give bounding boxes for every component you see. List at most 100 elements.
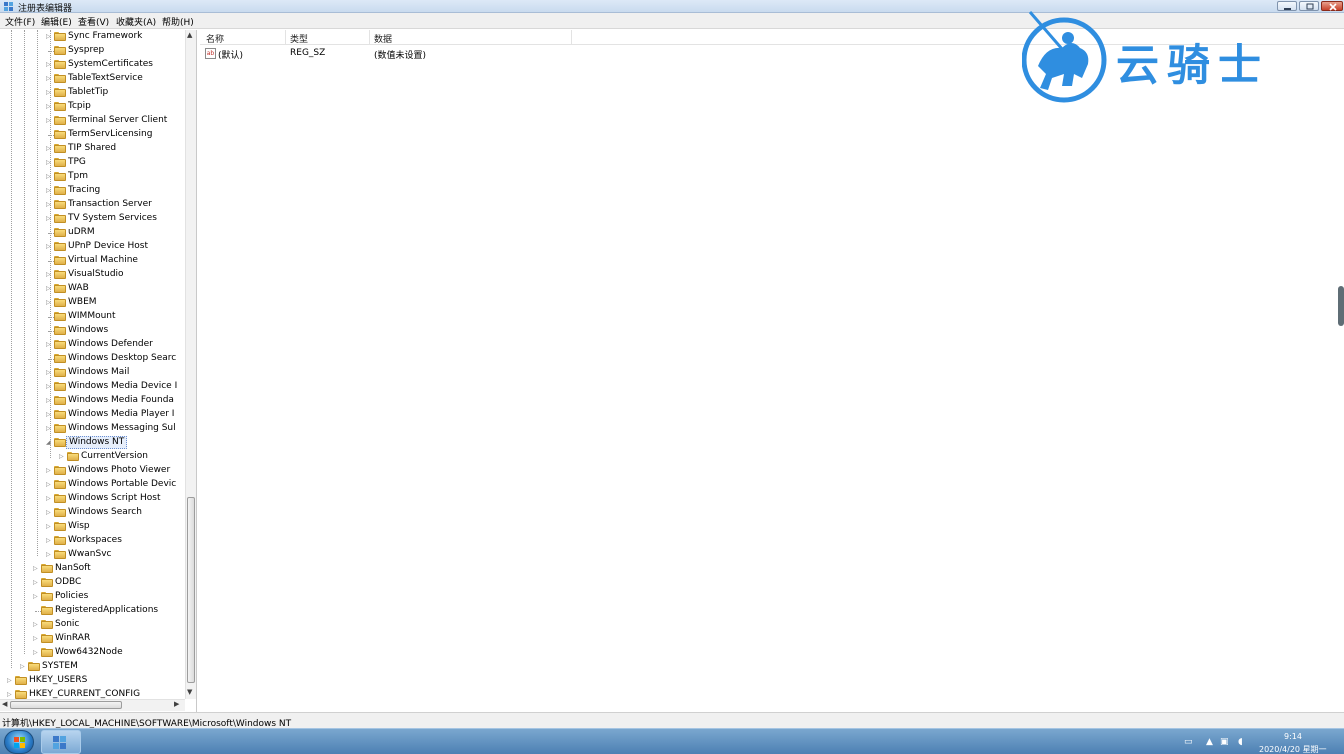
- tree-item[interactable]: ▷ Tpm: [46, 170, 186, 184]
- expand-arrow-icon[interactable]: ▷: [46, 341, 52, 349]
- scroll-down-arrow-icon[interactable]: ▼: [187, 688, 192, 696]
- tree-item[interactable]: ▷ NanSoft: [33, 562, 186, 576]
- tree-item[interactable]: ▷ SystemCertificates: [46, 58, 186, 72]
- expand-arrow-icon[interactable]: ▷: [33, 621, 39, 629]
- values-list[interactable]: 名称 类型 数据 ab (默认) REG_SZ (数值未设置): [200, 30, 1344, 712]
- expand-arrow-icon[interactable]: ▷: [46, 481, 52, 489]
- tree-item[interactable]: ▷ Sonic: [33, 618, 186, 632]
- expand-arrow-icon[interactable]: ▷: [46, 75, 52, 83]
- tree-item[interactable]: ▷ TPG: [46, 156, 186, 170]
- expand-arrow-icon[interactable]: ▷: [46, 467, 52, 475]
- column-header-type[interactable]: 类型: [290, 32, 308, 45]
- tree-item[interactable]: ▷ Windows Script Host: [46, 492, 186, 506]
- tree-item[interactable]: ▷ UPnP Device Host: [46, 240, 186, 254]
- tree-item[interactable]: Windows: [46, 324, 186, 338]
- expand-arrow-icon[interactable]: ▷: [46, 243, 52, 251]
- column-header-data[interactable]: 数据: [374, 32, 392, 45]
- scroll-right-arrow-icon[interactable]: ▶: [174, 700, 179, 708]
- expand-arrow-icon[interactable]: ▷: [46, 117, 52, 125]
- tree-vertical-scrollbar[interactable]: ▲ ▼: [185, 30, 196, 699]
- tree-item[interactable]: ▷ Windows Portable Devic: [46, 478, 186, 492]
- expand-arrow-icon[interactable]: ▷: [46, 173, 52, 181]
- expand-arrow-icon[interactable]: ▷: [33, 593, 39, 601]
- expand-arrow-icon[interactable]: ▷: [33, 565, 39, 573]
- expand-arrow-icon[interactable]: ▷: [46, 537, 52, 545]
- column-separator[interactable]: [369, 30, 370, 45]
- expand-arrow-icon[interactable]: ▷: [46, 33, 52, 41]
- column-header-name[interactable]: 名称: [206, 32, 224, 45]
- show-hidden-icons-arrow-icon[interactable]: ▲: [1206, 737, 1213, 747]
- expand-arrow-icon[interactable]: ▷: [46, 61, 52, 69]
- close-button[interactable]: [1321, 1, 1343, 11]
- taskbar-regedit-button[interactable]: [41, 730, 81, 754]
- tree-item[interactable]: ▷ Sync Framework: [46, 30, 186, 44]
- expand-arrow-icon[interactable]: ▷: [59, 453, 65, 461]
- tree-item[interactable]: Sysprep: [46, 44, 186, 58]
- tree-item[interactable]: ▷ Windows Search: [46, 506, 186, 520]
- column-separator[interactable]: [285, 30, 286, 45]
- tree-item[interactable]: ▷ ODBC: [33, 576, 186, 590]
- tree-item[interactable]: ▷ WBEM: [46, 296, 186, 310]
- expand-arrow-icon[interactable]: ▷: [46, 145, 52, 153]
- tree-item[interactable]: ▷ Windows Media Founda: [46, 394, 186, 408]
- tree-item[interactable]: ▷ VisualStudio: [46, 268, 186, 282]
- tree-item[interactable]: ▷ Transaction Server: [46, 198, 186, 212]
- tree-item[interactable]: ▷ TV System Services: [46, 212, 186, 226]
- expand-arrow-icon[interactable]: ▷: [46, 411, 52, 419]
- expand-arrow-icon[interactable]: ▷: [46, 383, 52, 391]
- side-panel-handle[interactable]: [1338, 286, 1344, 326]
- collapse-arrow-icon[interactable]: ◢: [46, 439, 52, 447]
- expand-arrow-icon[interactable]: ▷: [46, 425, 52, 433]
- expand-arrow-icon[interactable]: ▷: [46, 397, 52, 405]
- expand-arrow-icon[interactable]: ▷: [46, 495, 52, 503]
- tree-item[interactable]: ▷ WAB: [46, 282, 186, 296]
- tree-item[interactable]: Windows Desktop Searc: [46, 352, 186, 366]
- menu-edit[interactable]: 编辑(E): [41, 15, 72, 28]
- tree-item[interactable]: ▷ Windows Photo Viewer: [46, 464, 186, 478]
- tree-item[interactable]: ◢ Windows NT: [46, 436, 186, 450]
- tree-item[interactable]: ▷ Windows Mail: [46, 366, 186, 380]
- expand-arrow-icon[interactable]: ▷: [46, 509, 52, 517]
- menu-file[interactable]: 文件(F): [5, 15, 35, 28]
- expand-arrow-icon[interactable]: ▷: [46, 299, 52, 307]
- expand-arrow-icon[interactable]: ▷: [20, 663, 26, 671]
- expand-arrow-icon[interactable]: ▷: [33, 649, 39, 657]
- tree-item[interactable]: ▷ Tcpip: [46, 100, 186, 114]
- tree-hscroll-thumb[interactable]: [10, 701, 122, 709]
- tree-item[interactable]: ▷ Windows Defender: [46, 338, 186, 352]
- menu-view[interactable]: 查看(V): [78, 15, 109, 28]
- tree-item[interactable]: ▷ TabletTip: [46, 86, 186, 100]
- expand-arrow-icon[interactable]: ▷: [46, 201, 52, 209]
- expand-arrow-icon[interactable]: ▷: [46, 551, 52, 559]
- tree-item[interactable]: TermServLicensing: [46, 128, 186, 142]
- tree-item[interactable]: ▷ SYSTEM: [20, 660, 186, 674]
- scroll-up-arrow-icon[interactable]: ▲: [187, 31, 192, 39]
- tree-item[interactable]: ▷ TIP Shared: [46, 142, 186, 156]
- expand-arrow-icon[interactable]: ▷: [46, 369, 52, 377]
- tree-horizontal-scrollbar[interactable]: ◀ ▶: [0, 699, 185, 711]
- expand-arrow-icon[interactable]: ▷: [46, 187, 52, 195]
- tree-item[interactable]: ▷ Wisp: [46, 520, 186, 534]
- expand-arrow-icon[interactable]: ▷: [46, 285, 52, 293]
- expand-arrow-icon[interactable]: ▷: [46, 523, 52, 531]
- tree-item[interactable]: ▷ WwanSvc: [46, 548, 186, 562]
- menu-help[interactable]: 帮助(H): [162, 15, 194, 28]
- clock-time[interactable]: 9:14: [1284, 732, 1302, 741]
- tree-item[interactable]: ▷ CurrentVersion: [59, 450, 186, 464]
- tree-item[interactable]: ▷ Wow6432Node: [33, 646, 186, 660]
- tree-item[interactable]: ▷ Windows Media Player I: [46, 408, 186, 422]
- registry-tree[interactable]: ▷ Sync Framework Sysprep ▷ SystemCertificate…: [0, 30, 197, 712]
- scroll-left-arrow-icon[interactable]: ◀: [2, 700, 7, 708]
- expand-arrow-icon[interactable]: ▷: [7, 691, 13, 699]
- menu-favorites[interactable]: 收藏夹(A): [116, 15, 156, 28]
- expand-arrow-icon[interactable]: ▷: [33, 579, 39, 587]
- tree-item[interactable]: ▷ Workspaces: [46, 534, 186, 548]
- tree-item[interactable]: ▷ WinRAR: [33, 632, 186, 646]
- tree-scroll-thumb[interactable]: [187, 497, 195, 683]
- tree-item[interactable]: Virtual Machine: [46, 254, 186, 268]
- column-separator[interactable]: [571, 30, 572, 45]
- tree-item[interactable]: WIMMount: [46, 310, 186, 324]
- expand-arrow-icon[interactable]: ▷: [46, 89, 52, 97]
- tree-item[interactable]: ▷ Terminal Server Client: [46, 114, 186, 128]
- tree-item[interactable]: ▷ Windows Messaging Sul: [46, 422, 186, 436]
